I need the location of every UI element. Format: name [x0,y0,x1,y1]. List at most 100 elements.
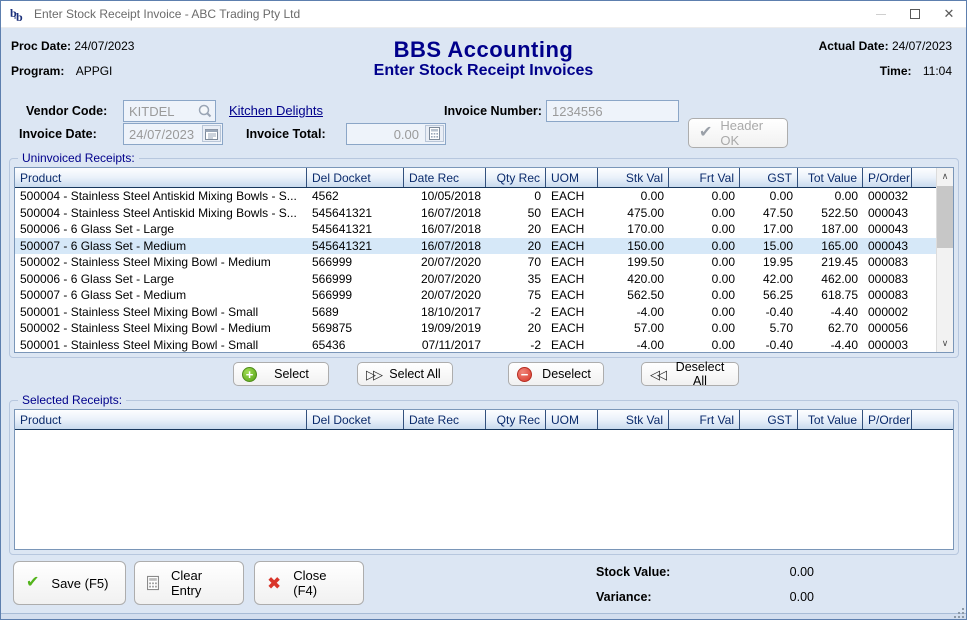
vendor-name-link[interactable]: Kitchen Delights [229,103,323,118]
table-cell: 500004 - Stainless Steel Antiskid Mixing… [15,188,307,205]
column-header-frt-val[interactable]: Frt Val [669,410,740,429]
column-header-tot-value[interactable]: Tot Value [798,410,863,429]
table-cell: 16/07/2018 [404,238,486,255]
column-header-date-rec[interactable]: Date Rec [404,168,486,187]
save-button[interactable]: ✔ Save (F5) [13,561,126,605]
table-cell: EACH [546,238,598,255]
table-cell: 500002 - Stainless Steel Mixing Bowl - M… [15,320,307,337]
close-f4-button[interactable]: ✖ Close (F4) [254,561,364,605]
column-header-del-docket[interactable]: Del Docket [307,410,404,429]
table-cell: 165.00 [798,238,863,255]
search-icon [197,103,213,119]
table-cell: -2 [486,337,546,353]
table-row[interactable]: 500006 - 6 Glass Set - Large56699920/07/… [15,271,936,288]
resize-grip[interactable] [952,606,964,618]
table-row[interactable]: 500004 - Stainless Steel Antiskid Mixing… [15,205,936,222]
table-cell: 19/09/2019 [404,320,486,337]
uninvoiced-receipts-label: Uninvoiced Receipts: [18,151,139,165]
invoice-number-input[interactable] [546,100,679,122]
table-cell: 19.95 [740,254,798,271]
table-cell: 618.75 [798,287,863,304]
table-cell: 000003 [863,337,912,353]
table-row[interactable]: 500007 - 6 Glass Set - Medium56699920/07… [15,287,936,304]
select-button[interactable]: + Select [233,362,329,386]
deselect-button-label: Deselect [538,367,595,381]
table-row[interactable]: 500004 - Stainless Steel Antiskid Mixing… [15,188,936,205]
plus-circle-icon: + [242,367,257,382]
calculator-button[interactable] [425,125,444,142]
table-cell: 500006 - 6 Glass Set - Large [15,271,307,288]
column-header-del-docket[interactable]: Del Docket [307,168,404,187]
minimize-icon [876,14,886,15]
table-cell: 000043 [863,221,912,238]
table-cell: 75 [486,287,546,304]
column-header-stk-val[interactable]: Stk Val [598,168,669,187]
table-cell: 187.00 [798,221,863,238]
title-bar[interactable]: b b s Enter Stock Receipt Invoice - ABC … [1,1,966,28]
column-header-qty-rec[interactable]: Qty Rec [486,168,546,187]
calendar-button[interactable] [202,125,221,142]
minus-circle-icon: − [517,367,532,382]
column-header-frt-val[interactable]: Frt Val [669,168,740,187]
table-cell: EACH [546,221,598,238]
column-header-uom[interactable]: UOM [546,410,598,429]
column-header-product[interactable]: Product [15,168,307,187]
table-cell: EACH [546,271,598,288]
vendor-lookup-button[interactable] [195,102,214,119]
table-cell: 0.00 [669,221,740,238]
column-header-tot-value[interactable]: Tot Value [798,168,863,187]
table-cell: 219.45 [798,254,863,271]
uninvoiced-vertical-scrollbar[interactable]: ∧ ∨ [936,168,953,352]
variance-label: Variance: [596,590,652,604]
table-cell: 500002 - Stainless Steel Mixing Bowl - M… [15,254,307,271]
table-cell: 545641321 [307,221,404,238]
column-header-gst[interactable]: GST [740,168,798,187]
calculator-icon [429,127,440,140]
table-cell: 15.00 [740,238,798,255]
column-header-date-rec[interactable]: Date Rec [404,410,486,429]
table-cell: 0 [486,188,546,205]
select-button-label: Select [263,367,320,381]
deselect-button[interactable]: − Deselect [508,362,604,386]
scrollbar-thumb[interactable] [937,186,953,248]
column-header-qty-rec[interactable]: Qty Rec [486,410,546,429]
table-cell: 500006 - 6 Glass Set - Large [15,221,307,238]
table-cell: 0.00 [669,320,740,337]
table-cell: EACH [546,320,598,337]
clear-entry-button[interactable]: Clear Entry [134,561,244,605]
table-cell: 0.00 [669,271,740,288]
scroll-down-icon[interactable]: ∨ [937,335,953,352]
select-all-button[interactable]: ▷▷ Select All [357,362,453,386]
column-header-p-order[interactable]: P/Order [863,168,912,187]
table-cell: 0.00 [669,337,740,353]
column-header-p-order[interactable]: P/Order [863,410,912,429]
table-cell: -4.40 [798,337,863,353]
clear-entry-button-label: Clear Entry [171,568,231,598]
table-cell: 566999 [307,271,404,288]
table-row[interactable]: 500001 - Stainless Steel Mixing Bowl - S… [15,337,936,353]
column-header-stk-val[interactable]: Stk Val [598,410,669,429]
maximize-button[interactable] [898,1,932,27]
invoice-total-field-wrap [346,123,446,145]
close-f4-button-label: Close (F4) [293,568,351,598]
table-cell: 0.00 [669,188,740,205]
column-header-uom[interactable]: UOM [546,168,598,187]
table-row[interactable]: 500002 - Stainless Steel Mixing Bowl - M… [15,254,936,271]
table-cell: 0.00 [798,188,863,205]
table-row[interactable]: 500006 - 6 Glass Set - Large54564132116/… [15,221,936,238]
stock-value-amount: 0.00 [769,565,814,579]
table-row[interactable]: 500002 - Stainless Steel Mixing Bowl - M… [15,320,936,337]
selected-receipts-table: ProductDel DocketDate RecQty RecUOMStk V… [14,409,954,550]
column-header-product[interactable]: Product [15,410,307,429]
selected-table-body [15,430,953,549]
select-all-button-label: Select All [386,367,444,381]
time: Time: 11:04 [880,64,952,78]
table-cell: 16/07/2018 [404,221,486,238]
table-row[interactable]: 500007 - 6 Glass Set - Medium54564132116… [15,238,936,255]
close-button[interactable]: ✕ [932,1,966,27]
scroll-up-icon[interactable]: ∧ [937,168,953,185]
column-header-gst[interactable]: GST [740,410,798,429]
table-cell: 17.00 [740,221,798,238]
table-row[interactable]: 500001 - Stainless Steel Mixing Bowl - S… [15,304,936,321]
deselect-all-button[interactable]: ◁◁ Deselect All [641,362,739,386]
